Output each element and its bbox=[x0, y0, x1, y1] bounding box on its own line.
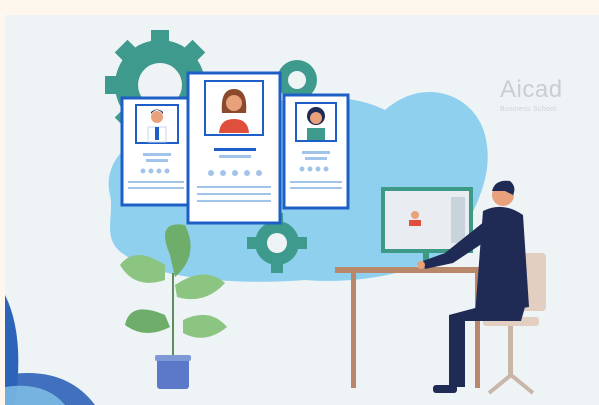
floor-wave-decor bbox=[5, 295, 95, 405]
illustration-canvas: Aicad Business School bbox=[5, 15, 599, 405]
brand-logo: Aicad Business School bbox=[500, 70, 595, 120]
profile-card-left bbox=[120, 96, 192, 207]
brand-name: Aicad bbox=[500, 76, 563, 103]
profile-card-right bbox=[282, 93, 350, 210]
recruitment-illustration: Aicad Business School bbox=[0, 0, 599, 405]
desk-icon bbox=[335, 267, 495, 388]
brand-tagline: Business School bbox=[500, 106, 557, 113]
profile-card-center bbox=[186, 71, 282, 225]
